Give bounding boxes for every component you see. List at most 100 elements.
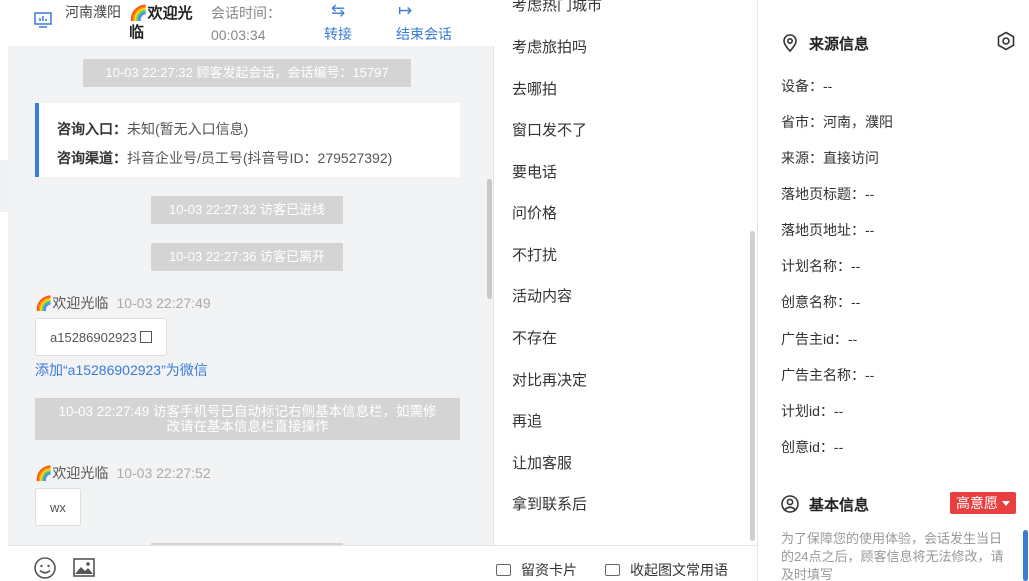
end-session-label: 结束会话 [396,26,452,42]
quick-reply-item[interactable]: 考虑旅拍吗 [512,36,587,57]
monitor-icon [34,12,52,28]
message-text: wx [50,500,66,515]
intent-label: 高意愿 [956,495,998,511]
message-time: 10-03 22:27:52 [116,465,211,481]
field-source: 来源：直接访问 [781,148,879,168]
entry-info-card: 咨询入口：未知(暂无入口信息) 咨询渠道：抖音企业号/员工号(抖音号ID：279… [35,103,460,177]
field-value: -- [833,439,844,455]
basic-title-text: 基本信息 [809,497,870,514]
quick-reply-item[interactable]: 不存在 [512,327,557,348]
field-label: 计划id： [781,403,834,419]
field-label: 广告主id： [781,331,848,347]
info-scrollbar[interactable] [1023,530,1028,581]
left-strip [0,0,8,581]
field-advertiser-id: 广告主id：-- [781,329,857,349]
channel-value: 抖音企业号/员工号(抖音号ID：279527392) [127,150,393,166]
intent-dropdown[interactable]: 高意愿 [950,492,1016,514]
leave-card-button[interactable]: 留资卡片 [496,560,577,580]
field-landing-title: 落地页标题：-- [781,184,874,204]
user-icon [781,495,799,513]
field-label: 落地页标题： [781,186,865,202]
session-time-value: 00:03:34 [211,27,266,43]
quick-reply-item[interactable]: 再追 [512,410,542,431]
system-message-session-start: 10-03 22:27:32 顾客发起会话，会话编号：15797 [83,59,411,87]
replies-scrollbar[interactable] [750,231,755,541]
field-label: 省市： [781,114,823,130]
field-value: -- [865,222,875,238]
field-value: -- [865,367,875,383]
source-info-title: 来源信息 [781,33,869,54]
field-advertiser-name: 广告主名称：-- [781,365,874,385]
quick-reply-item[interactable]: 不打扰 [512,244,557,265]
phone-notice-line1: 10-03 22:27:49 访客手机号已自动标记右侧基本信息栏，如需修 [58,404,437,419]
side-tab[interactable] [0,160,8,212]
chat-scrollbar[interactable] [487,179,492,299]
quick-reply-item[interactable]: 问价格 [512,202,557,223]
field-device: 设备：-- [781,76,832,96]
field-label: 来源： [781,150,823,166]
session-time-label: 会话时间： [211,5,281,21]
channel-label: 咨询渠道： [57,150,127,166]
entry-row: 咨询入口：未知(暂无入口信息) [57,115,460,144]
image-icon[interactable] [72,556,96,580]
transfer-label: 转接 [324,26,352,42]
field-plan-id: 计划id：-- [781,401,843,421]
session-time: 会话时间： 00:03:34 [211,2,281,46]
visitor-location: 河南濮阳 [65,4,121,20]
end-session-button[interactable]: ↦ 结束会话 [396,0,452,44]
entry-label: 咨询入口： [57,121,127,137]
entry-value: 未知(暂无入口信息) [127,121,249,137]
message-time: 10-03 22:27:49 [116,295,211,311]
field-value: -- [847,331,858,347]
chat-header: 河南濮阳 🌈欢迎光临 会话时间： 00:03:34 ⇆ 转接 ↦ 结束会话 [8,0,494,46]
channel-row: 咨询渠道：抖音企业号/员工号(抖音号ID：279527392) [57,144,460,173]
sender-name: 🌈欢迎光临 [35,465,109,481]
quick-reply-item[interactable]: 去哪拍 [512,78,557,99]
quick-reply-item[interactable]: 要电话 [512,161,557,182]
field-plan-name: 计划名称：-- [781,256,860,276]
quick-reply-item[interactable]: 让加客服 [512,452,572,473]
chat-panel: 河南濮阳 🌈欢迎光临 会话时间： 00:03:34 ⇆ 转接 ↦ 结束会话 10… [8,0,494,581]
field-landing-url: 落地页地址：-- [781,220,874,240]
field-value: -- [865,186,875,202]
collapse-label: 收起图文常用语 [630,562,728,578]
field-label: 落地页地址： [781,222,865,238]
settings-icon[interactable] [996,31,1016,51]
emoji-icon[interactable] [33,556,57,580]
info-panel: 来源信息 设备：-- 省市：河南，濮阳 来源：直接访问 落地页标题：-- 落地页… [757,0,1029,581]
quick-reply-list: 考虑热门城市 考虑旅拍吗 去哪拍 窗口发不了 要电话 问价格 不打扰 活动内容 … [494,0,757,545]
reply-toolbar: 留资卡片 收起图文常用语 [494,545,757,581]
message-sender: 🌈欢迎光临 10-03 22:27:52 [35,463,211,483]
quick-reply-item[interactable]: 拿到联系后 [512,493,587,514]
basic-info-title: 基本信息 [781,494,869,515]
message-bubble[interactable]: wx [35,488,81,526]
transfer-button[interactable]: ⇆ 转接 [324,0,352,44]
leave-card-label: 留资卡片 [521,562,577,578]
copy-icon[interactable] [139,331,152,343]
transfer-icon: ⇆ [330,1,346,20]
field-label: 广告主名称： [781,367,865,383]
chat-messages[interactable]: 10-03 22:27:32 顾客发起会话，会话编号：15797 咨询入口：未知… [8,46,494,545]
location-pin-icon [783,34,797,52]
field-value: 河南，濮阳 [823,114,893,130]
field-label: 计划名称： [781,258,851,274]
chat-toolbar [8,545,494,581]
system-message-phone: 10-03 22:27:49 访客手机号已自动标记右侧基本信息栏，如需修 改请在… [35,398,460,440]
quick-reply-item[interactable]: 窗口发不了 [512,119,587,140]
quick-reply-item[interactable]: 活动内容 [512,285,572,306]
quick-reply-item[interactable]: 考虑热门城市 [512,0,602,15]
sender-name: 🌈欢迎光临 [35,295,109,311]
caret-down-icon [1002,501,1010,506]
system-message-left: 10-03 22:27:36 访客已离开 [151,243,343,271]
message-icon [605,564,620,576]
quick-reply-item[interactable]: 对比再决定 [512,369,587,390]
message-bubble[interactable]: a15286902923 [35,318,167,356]
collapse-replies-button[interactable]: 收起图文常用语 [605,560,728,580]
field-value: 直接访问 [823,150,879,166]
field-label: 创意id： [781,439,834,455]
info-notice: 为了保障您的使用体验，会话发生当日的24点之后，顾客信息将无法修改，请及时填写 [781,531,1004,581]
message-text: a15286902923 [50,330,137,345]
add-wechat-link[interactable]: 添加“a15286902923”为微信 [35,360,208,380]
field-province: 省市：河南，濮阳 [781,112,893,132]
message-sender: 🌈欢迎光临 10-03 22:27:49 [35,293,211,313]
